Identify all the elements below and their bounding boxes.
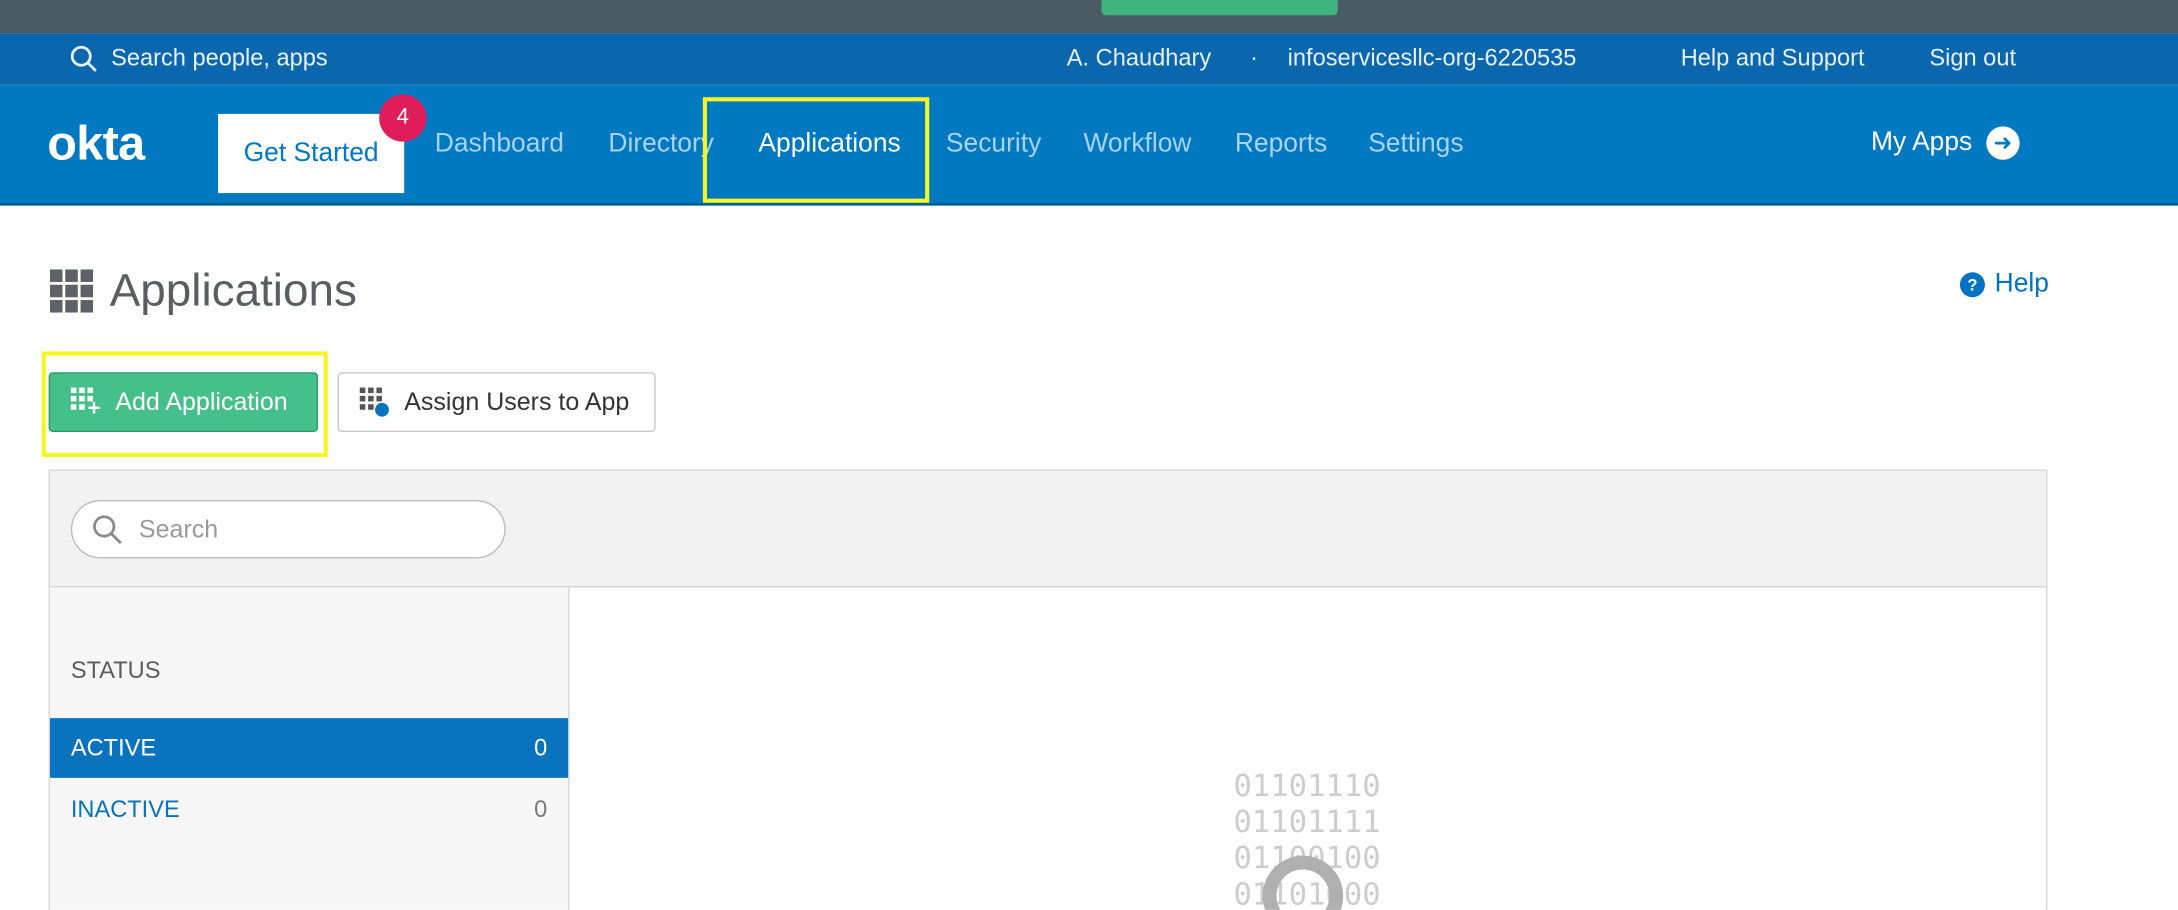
applications-highlight: [702, 97, 930, 203]
status-heading: STATUS: [70, 657, 161, 684]
nav-workflow[interactable]: Workflow: [1083, 129, 1191, 160]
help-link[interactable]: ? Help: [1959, 269, 2049, 300]
status-sidebar: STATUS ACTIVE 0 INACTIVE 0: [50, 587, 570, 910]
notification-badge: 4: [379, 94, 427, 142]
top-green-tab: [1101, 0, 1338, 16]
app-search-input[interactable]: [138, 514, 473, 544]
assign-users-icon: [359, 386, 391, 418]
filter-inactive-label: INACTIVE: [70, 795, 180, 822]
panel-header: [50, 470, 2047, 588]
add-application-button[interactable]: + Add Application: [48, 372, 319, 432]
main-nav: okta Get Started 4 Dashboard Directory A…: [0, 84, 2178, 206]
get-started-button[interactable]: Get Started: [218, 113, 405, 194]
binary-line: 01101111: [1233, 805, 1381, 841]
filter-inactive-count: 0: [534, 795, 548, 822]
help-support-link[interactable]: Help and Support: [1681, 44, 1865, 72]
filter-active-count: 0: [534, 734, 548, 761]
apps-grid-icon: [50, 268, 94, 312]
nav-security[interactable]: Security: [946, 129, 1041, 160]
nav-settings[interactable]: Settings: [1368, 129, 1463, 160]
help-label: Help: [1994, 269, 2049, 299]
arrow-right-icon: ➜: [1986, 126, 2020, 160]
nav-directory[interactable]: Directory: [608, 129, 714, 160]
sign-out-link[interactable]: Sign out: [1929, 44, 2016, 72]
page-heading: Applications: [109, 263, 357, 316]
applications-panel: STATUS ACTIVE 0 INACTIVE 0 01101110 0110…: [48, 469, 2048, 910]
filter-active[interactable]: ACTIVE 0: [50, 718, 569, 778]
search-icon: [70, 45, 97, 72]
separator-dot: ·: [1250, 44, 1259, 71]
filter-inactive[interactable]: INACTIVE 0: [50, 779, 568, 839]
filter-active-label: ACTIVE: [70, 734, 157, 761]
add-application-label: Add Application: [115, 387, 288, 416]
add-app-icon: +: [70, 386, 102, 419]
nav-dashboard[interactable]: Dashboard: [435, 129, 564, 160]
assign-users-button[interactable]: Assign Users to App: [337, 372, 656, 432]
user-name[interactable]: A. Chaudhary: [1067, 44, 1211, 72]
okta-admin-page: Search people, apps A. Chaudhary · infos…: [0, 0, 2178, 910]
global-search[interactable]: Search people, apps: [69, 44, 328, 72]
page-title: Applications: [50, 264, 357, 317]
org-name: infoservicesllc-org-6220535: [1287, 44, 1577, 71]
my-apps-label: My Apps: [1871, 127, 1973, 157]
app-search-box[interactable]: [70, 500, 506, 559]
assign-users-label: Assign Users to App: [404, 387, 630, 416]
my-apps-link[interactable]: My Apps ➜: [1871, 126, 2020, 160]
okta-logo[interactable]: okta: [47, 117, 145, 173]
top-strip: [0, 0, 2178, 34]
help-icon: ?: [1959, 272, 1985, 298]
nav-reports[interactable]: Reports: [1235, 129, 1327, 160]
global-search-placeholder: Search people, apps: [111, 44, 328, 71]
binary-line: 01101110: [1233, 769, 1381, 805]
search-icon: [93, 515, 122, 545]
utility-bar: Search people, apps A. Chaudhary · infos…: [0, 33, 2178, 85]
